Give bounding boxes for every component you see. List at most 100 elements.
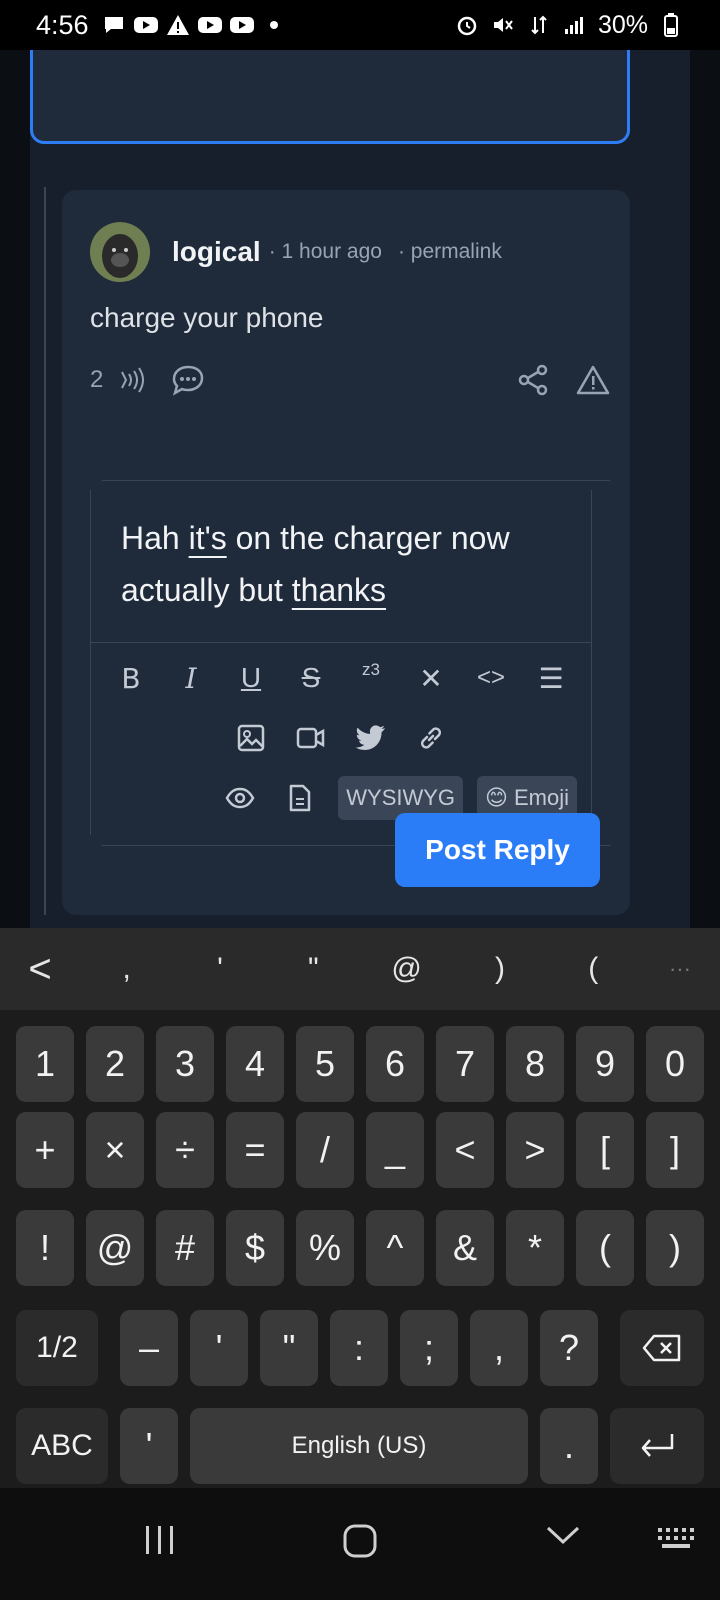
image-icon[interactable] (221, 714, 281, 762)
key[interactable]: ^ (366, 1210, 424, 1286)
key[interactable]: 0 (646, 1026, 704, 1102)
italic-button[interactable]: I (161, 654, 221, 702)
clear-format-button[interactable]: ✕ (401, 654, 461, 702)
list-button[interactable]: ☰ (521, 654, 581, 702)
battery-percent: 30% (597, 10, 648, 39)
key[interactable]: ÷ (156, 1112, 214, 1188)
key[interactable]: , (470, 1310, 528, 1386)
avatar[interactable] (90, 222, 150, 282)
superscript-button[interactable]: z3 (341, 654, 401, 702)
emoji-label: Emoji (513, 785, 569, 810)
key[interactable]: 5 (296, 1026, 354, 1102)
keyboard-back-button[interactable]: < (0, 947, 80, 992)
recent-apps-icon[interactable] (142, 1524, 178, 1556)
key[interactable]: * (506, 1210, 564, 1286)
post-reply-button[interactable]: Post Reply (395, 813, 600, 887)
more-options-button[interactable]: ··· (640, 956, 720, 982)
key[interactable]: ( (576, 1210, 634, 1286)
editor-toolbar-row-1: B I U S z3 ✕ <> ☰ (91, 654, 591, 702)
hide-keyboard-icon[interactable] (545, 1524, 581, 1546)
suggestion-key[interactable]: ' (173, 952, 266, 986)
backspace-icon (642, 1334, 681, 1362)
video-icon[interactable] (281, 714, 341, 762)
space-key[interactable]: English (US) (190, 1408, 528, 1484)
bold-button[interactable]: B (101, 654, 161, 702)
key[interactable]: _ (366, 1112, 424, 1188)
permalink-link[interactable]: · permalink (398, 240, 502, 264)
key[interactable]: [ (576, 1112, 634, 1188)
key[interactable]: ! (16, 1210, 74, 1286)
mute-icon (490, 14, 516, 36)
key[interactable]: ] (646, 1112, 704, 1188)
key[interactable]: 6 (366, 1026, 424, 1102)
spellcheck-word[interactable]: it's (189, 520, 227, 556)
key[interactable]: × (86, 1112, 144, 1188)
key[interactable]: + (16, 1112, 74, 1188)
suggestion-key[interactable]: ) (453, 952, 546, 986)
key[interactable]: ' (190, 1310, 248, 1386)
key[interactable]: % (296, 1210, 354, 1286)
vote-score: 2 (90, 366, 104, 393)
preview-eye-icon[interactable] (210, 774, 270, 822)
suggestion-key[interactable]: , (80, 952, 173, 986)
share-icon[interactable] (516, 364, 550, 396)
key[interactable]: @ (86, 1210, 144, 1286)
upvote-icon[interactable] (117, 366, 147, 394)
document-icon[interactable] (270, 774, 330, 822)
backspace-key[interactable] (620, 1310, 704, 1386)
enter-key[interactable] (610, 1408, 704, 1484)
suggestion-key[interactable]: ( (547, 952, 640, 986)
reply-editor[interactable]: Hah it's on the charger now actually but… (90, 490, 592, 835)
suggestion-key[interactable]: @ (360, 952, 453, 986)
key[interactable]: $ (226, 1210, 284, 1286)
reply-textarea[interactable]: Hah it's on the charger now actually but… (121, 512, 571, 616)
report-icon[interactable] (576, 364, 610, 396)
link-icon[interactable] (401, 714, 461, 762)
key[interactable]: ) (646, 1210, 704, 1286)
key[interactable]: < (436, 1112, 494, 1188)
key[interactable]: & (436, 1210, 494, 1286)
youtube-icon (133, 14, 159, 36)
keyboard-switch-icon[interactable] (656, 1524, 700, 1552)
data-icon (526, 14, 552, 36)
key[interactable]: = (226, 1112, 284, 1188)
spellcheck-word[interactable]: thanks (292, 572, 386, 608)
abc-key[interactable]: ABC (16, 1408, 108, 1484)
apostrophe-key[interactable]: ' (120, 1408, 178, 1484)
period-key[interactable]: . (540, 1408, 598, 1484)
key[interactable]: " (260, 1310, 318, 1386)
half-symbols-key[interactable]: 1/2 (16, 1310, 98, 1386)
key[interactable]: > (506, 1112, 564, 1188)
underline-button[interactable]: U (221, 654, 281, 702)
key[interactable]: 4 (226, 1026, 284, 1102)
key[interactable]: 1 (16, 1026, 74, 1102)
youtube-icon (229, 14, 255, 36)
strikethrough-button[interactable]: S (281, 654, 341, 702)
key[interactable]: 9 (576, 1026, 634, 1102)
key[interactable]: : (330, 1310, 388, 1386)
key[interactable]: / (296, 1112, 354, 1188)
key[interactable]: # (156, 1210, 214, 1286)
key[interactable]: 3 (156, 1026, 214, 1102)
thread-line[interactable] (44, 187, 46, 915)
comment-time: · 1 hour ago (268, 240, 382, 263)
keyboard-toolbar: < , ' " @ ) ( ··· (0, 928, 720, 1010)
warning-icon (165, 14, 191, 36)
reply-icon[interactable] (171, 364, 205, 396)
code-button[interactable]: <> (461, 654, 521, 702)
comment-author[interactable]: logical (172, 236, 261, 268)
twitter-icon[interactable] (341, 714, 401, 762)
key[interactable]: 7 (436, 1026, 494, 1102)
keyboard: < , ' " @ ) ( ··· 1 2 3 4 5 6 7 8 9 0 + … (0, 928, 720, 1488)
key[interactable]: 2 (86, 1026, 144, 1102)
key[interactable]: ; (400, 1310, 458, 1386)
editor-toolbar-row-2 (91, 714, 591, 762)
suggestion-key[interactable]: " (267, 952, 360, 986)
key[interactable]: ? (540, 1310, 598, 1386)
comment-actions: 2 (90, 360, 610, 400)
previous-comment-card[interactable] (30, 50, 630, 144)
key[interactable]: 8 (506, 1026, 564, 1102)
home-icon[interactable] (342, 1524, 378, 1558)
key[interactable]: – (120, 1310, 178, 1386)
editor-separator (91, 642, 591, 643)
